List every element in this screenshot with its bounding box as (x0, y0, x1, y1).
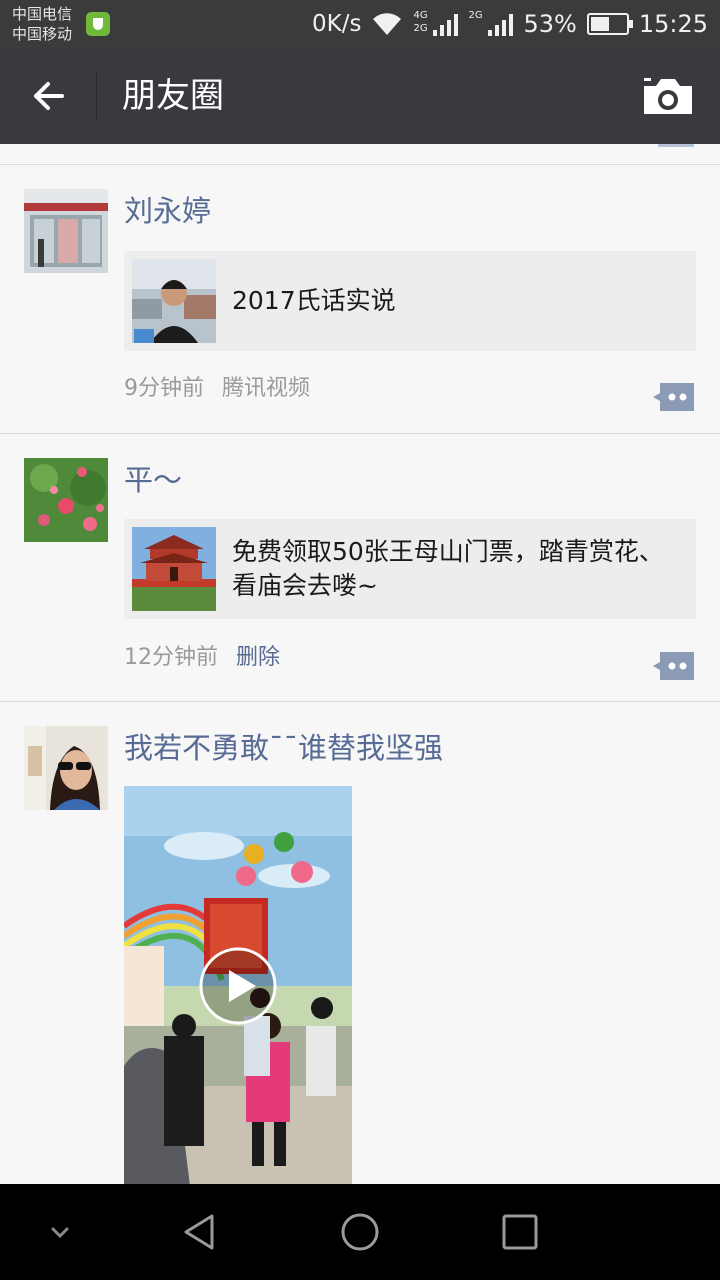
net-label-2: 2G (413, 23, 428, 34)
title-divider (96, 72, 97, 120)
link-thumbnail (132, 259, 216, 343)
avatar[interactable] (24, 458, 108, 542)
circle-home-icon[interactable] (336, 1208, 384, 1256)
battery-percent: 53% (523, 10, 577, 38)
comment-dots-icon (653, 383, 694, 411)
carrier-2: 中国移动 (12, 25, 73, 43)
navigation-bar (0, 1184, 720, 1280)
clock: 15:25 (638, 10, 708, 38)
avatar[interactable] (24, 726, 108, 810)
carrier-info: 中国电信 中国移动 (12, 4, 72, 44)
link-title: 免费领取50张王母山门票，踏青赏花、看庙会去喽~ (232, 537, 664, 600)
nickname[interactable]: 我若不勇敢ˉˉ谁替我坚强 (124, 730, 443, 766)
delete-link[interactable]: 删除 (236, 645, 280, 670)
chevron-down-icon[interactable] (36, 1208, 84, 1256)
comment-button[interactable] (652, 381, 696, 413)
post-time: 9分钟前 (124, 376, 204, 401)
wifi-icon (373, 13, 402, 35)
moments-feed[interactable]: 刘永婷 2017氏话实说 9分钟前 腾讯视频 平～ 免费领取50张王母山门票，踏… (0, 144, 720, 1184)
moment-post: 平～ 免费领取50张王母山门票，踏青赏花、看庙会去喽~ 12分钟前 删除 (0, 434, 720, 702)
link-thumbnail (132, 527, 216, 611)
triangle-back-icon[interactable] (176, 1208, 224, 1256)
post-meta: 12分钟前 删除 (124, 643, 280, 673)
nickname[interactable]: 刘永婷 (124, 193, 211, 229)
security-shield-icon (86, 12, 110, 36)
back-button[interactable] (22, 70, 74, 122)
square-recents-icon[interactable] (496, 1208, 544, 1256)
nickname[interactable]: 平～ (124, 462, 182, 498)
net-label-1: 4G (413, 10, 428, 21)
link-title: 2017氏话实说 (232, 286, 396, 315)
post-source[interactable]: 腾讯视频 (222, 376, 310, 401)
moment-post: 刘永婷 2017氏话实说 9分钟前 腾讯视频 (0, 165, 720, 434)
post-meta: 9分钟前 腾讯视频 (124, 374, 310, 404)
comment-dots-icon (653, 652, 694, 680)
comment-button[interactable] (652, 650, 696, 682)
camera-icon (644, 78, 692, 114)
arrow-left-icon (34, 82, 64, 110)
previous-post-stub (658, 144, 694, 147)
camera-button[interactable] (640, 72, 696, 120)
play-icon[interactable] (198, 946, 278, 1026)
status-indicators: 0K/s 4G 2G 2G 53% 15:25 (312, 8, 708, 40)
title-bar: 朋友圈 (0, 48, 720, 144)
net-speed: 0K/s (312, 11, 362, 37)
battery-icon (586, 13, 633, 35)
net-label-3: 2G (468, 10, 483, 21)
signal-icon-1: 4G 2G (413, 10, 459, 36)
video-thumbnail[interactable] (124, 786, 352, 1184)
post-time: 12分钟前 (124, 645, 218, 670)
link-card[interactable]: 2017氏话实说 (124, 251, 696, 351)
avatar[interactable] (24, 189, 108, 273)
signal-icon-2: 2G (468, 10, 514, 36)
status-bar: 中国电信 中国移动 0K/s 4G 2G 2G 53% 15:25 (0, 0, 720, 48)
page-title: 朋友圈 (122, 76, 224, 116)
carrier-1: 中国电信 (12, 5, 73, 23)
link-card[interactable]: 免费领取50张王母山门票，踏青赏花、看庙会去喽~ (124, 519, 696, 619)
